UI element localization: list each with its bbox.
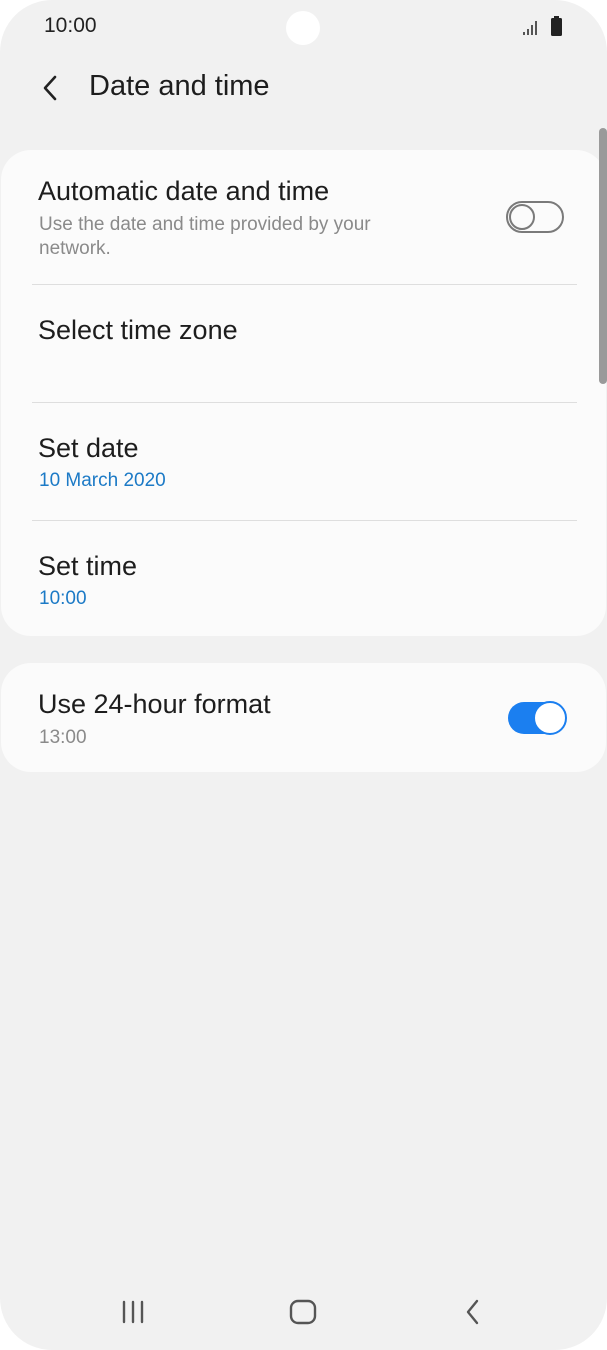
automatic-date-time-toggle[interactable] (506, 201, 564, 233)
recents-button[interactable] (113, 1294, 153, 1330)
set-date-row[interactable]: Set date 10 March 2020 (1, 403, 606, 520)
scrollbar[interactable] (599, 128, 607, 384)
set-time-title: Set time (38, 551, 138, 581)
set-time-row[interactable]: Set time 10:00 (1, 521, 606, 636)
automatic-date-time-title: Automatic date and time (38, 176, 330, 206)
status-time: 10:00 (44, 14, 97, 37)
use-24-hour-format-example: 13:00 (39, 727, 87, 748)
set-time-value: 10:00 (39, 588, 87, 609)
automatic-date-time-description-line1: Use the date and time provided by your (39, 214, 371, 235)
chevron-left-icon (43, 75, 57, 101)
time-format-card: Use 24-hour format 13:00 (1, 663, 606, 772)
signal-icon (523, 21, 537, 35)
select-time-zone-row[interactable]: Select time zone (1, 285, 606, 402)
home-icon (289, 1299, 317, 1325)
navigation-bar (0, 1280, 607, 1344)
back-icon (466, 1299, 479, 1325)
set-date-title: Set date (38, 433, 139, 463)
use-24-hour-format-title: Use 24-hour format (38, 689, 271, 719)
use-24-hour-format-toggle[interactable] (508, 701, 567, 735)
camera-cutout (286, 11, 320, 45)
date-time-settings-card: Automatic date and time Use the date and… (1, 150, 606, 636)
system-back-button[interactable] (453, 1294, 493, 1330)
use-24-hour-format-row[interactable]: Use 24-hour format 13:00 (1, 663, 606, 772)
automatic-date-time-row[interactable]: Automatic date and time Use the date and… (1, 150, 606, 285)
recents-icon (122, 1300, 144, 1324)
status-bar: 10:00 (0, 0, 607, 56)
back-button[interactable] (30, 68, 70, 108)
set-date-value: 10 March 2020 (39, 470, 166, 491)
automatic-date-time-description-line2: network. (39, 238, 111, 259)
battery-icon (551, 16, 562, 36)
home-button[interactable] (283, 1294, 323, 1330)
phone-screen: 10:00 Date and time Automatic date and t… (0, 0, 607, 1350)
toggle-knob (533, 701, 567, 735)
app-bar: Date and time (0, 56, 607, 120)
toggle-knob (509, 204, 535, 230)
select-time-zone-title: Select time zone (38, 315, 238, 345)
page-title: Date and time (89, 70, 270, 102)
